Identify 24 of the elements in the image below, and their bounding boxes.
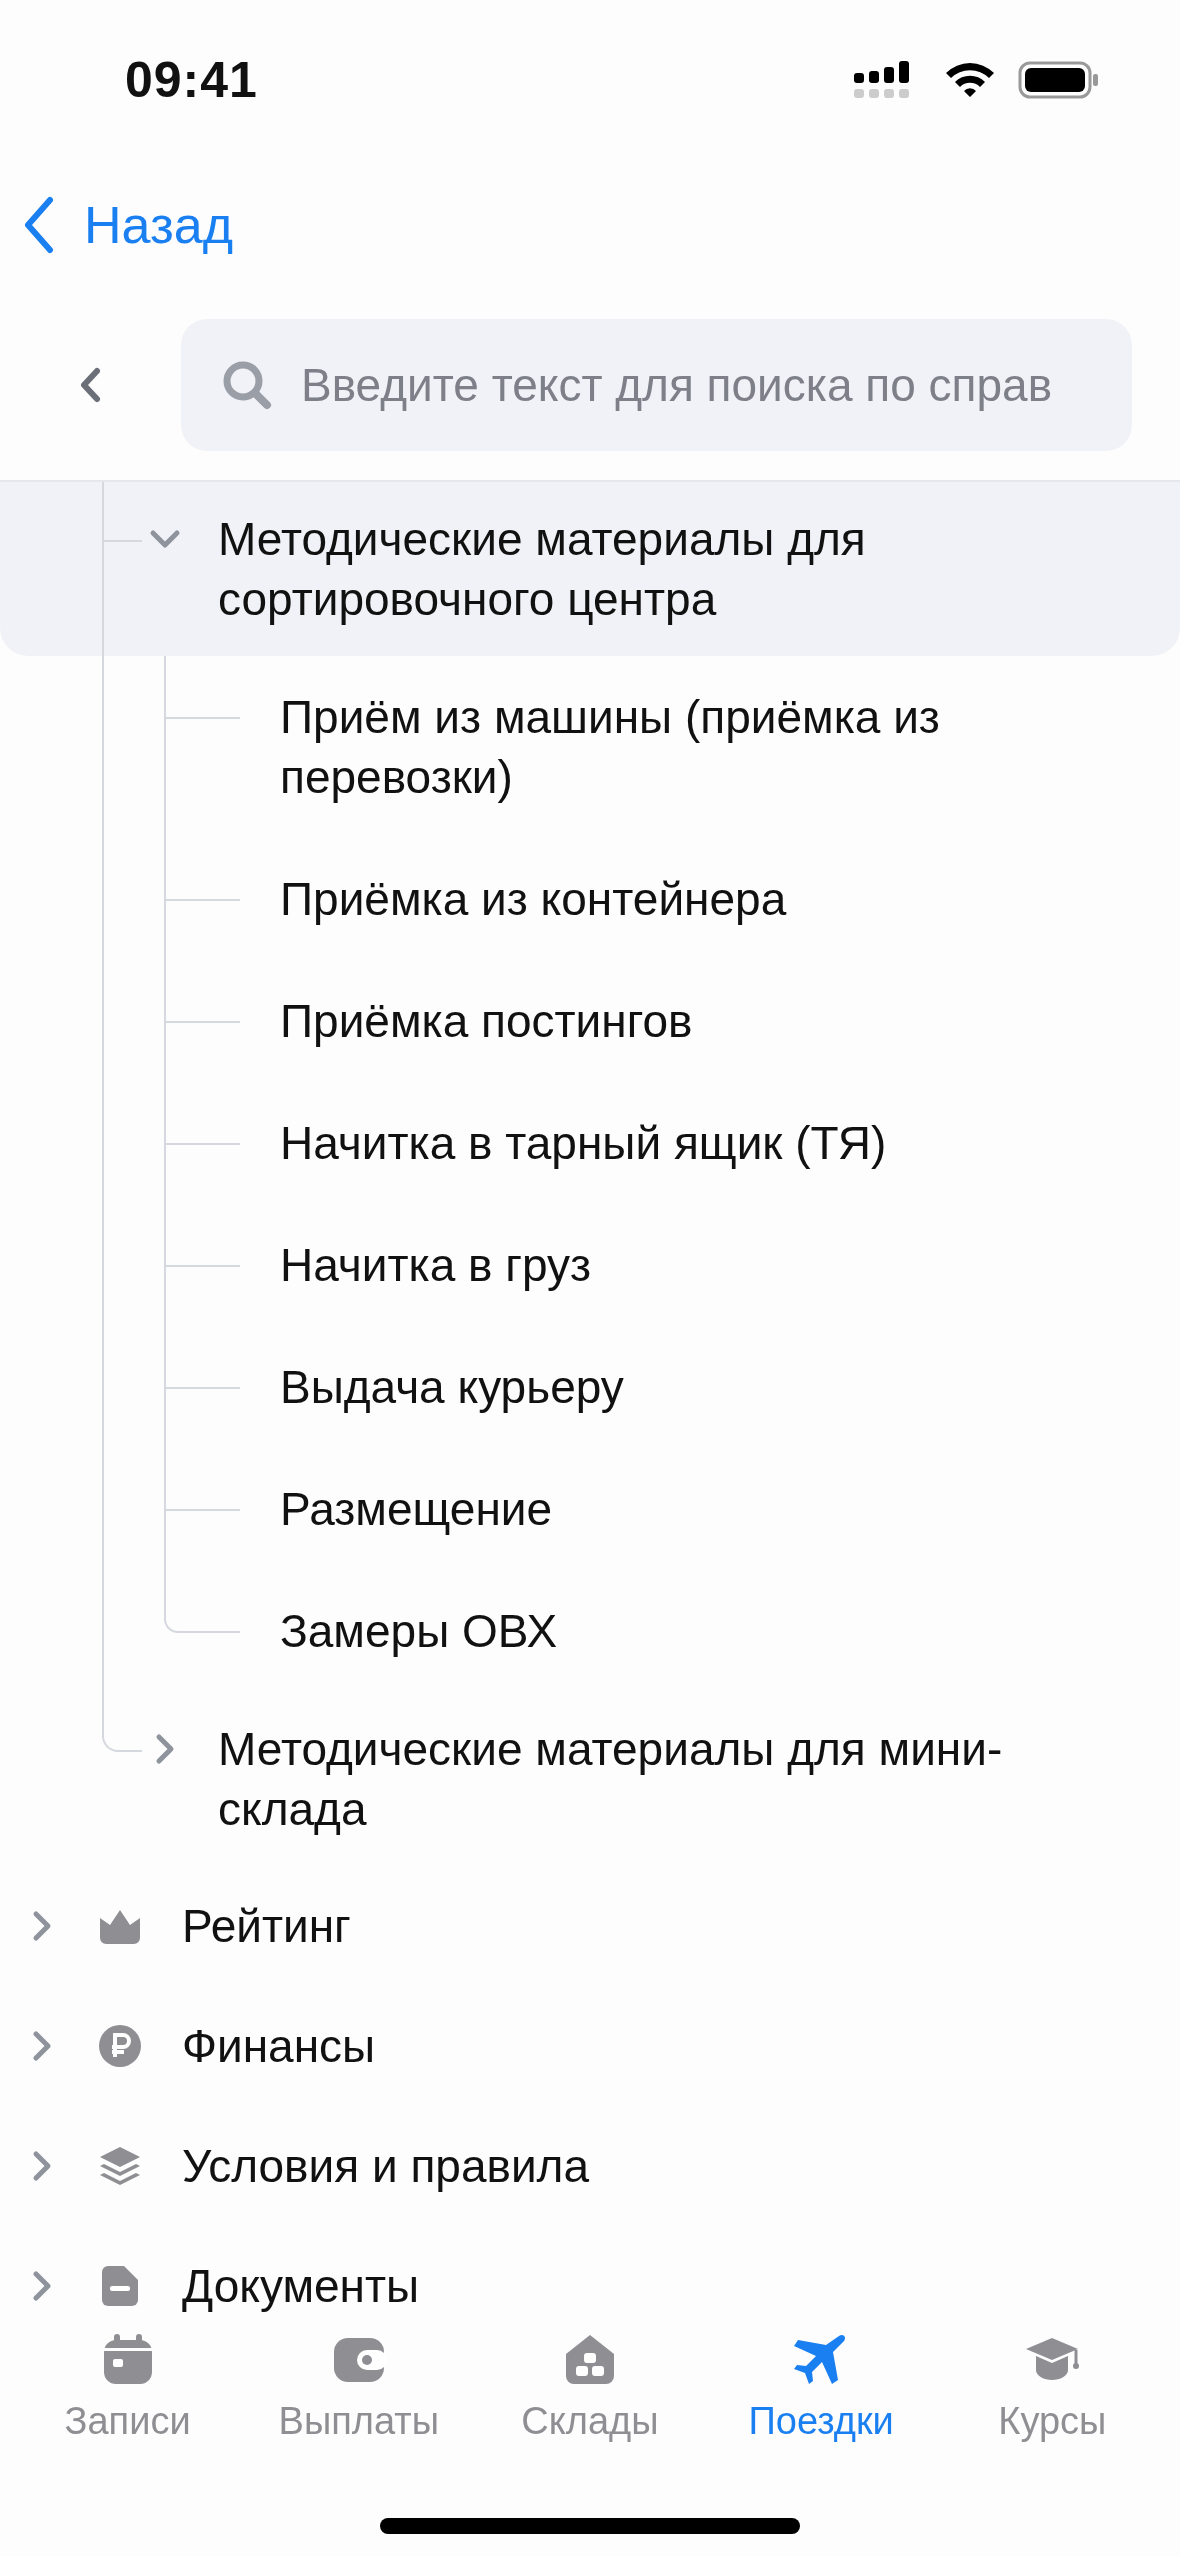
section-item[interactable]: Рейтинг [182,1896,351,1956]
section-item[interactable]: Финансы [182,2016,376,2076]
layers-icon [98,2144,142,2188]
tree-row-highlight[interactable]: Методические материалы для сортировочного центра [0,482,1180,656]
back-chevron-icon [22,196,56,254]
battery-icon [1018,61,1100,99]
tree-item[interactable]: Приёмка постингов [280,991,1040,1051]
tree-item[interactable]: Методические материалы для сортировочного центра [218,509,1098,629]
tree-item[interactable]: Выдача курьеру [280,1357,1040,1417]
section-item[interactable]: Условия и правила [182,2136,589,2196]
section-item[interactable]: Документы [182,2256,420,2316]
tree-item[interactable]: Размещение [280,1479,1040,1539]
tree-item[interactable]: Начитка в тарный ящик (ТЯ) [280,1113,1040,1173]
ruble-coin-icon [98,2024,142,2068]
tree-item[interactable]: Методические материалы для мини-склада [218,1719,1098,1839]
back-button[interactable]: Назад [22,195,233,255]
tree-item[interactable]: Начитка в груз [280,1235,1040,1295]
tree-item[interactable]: Замеры ОВХ [280,1601,1040,1661]
tab-item[interactable]: Поездки [716,2332,927,2443]
tree-item[interactable]: Приём из машины (приёмка из перевозки) [280,687,1040,807]
wifi-icon [944,61,996,99]
status-time: 09:41 [125,51,258,109]
search-field[interactable]: Введите текст для поиска по справ [181,319,1132,451]
tree-item[interactable]: Приёмка из контейнера [280,869,1040,929]
